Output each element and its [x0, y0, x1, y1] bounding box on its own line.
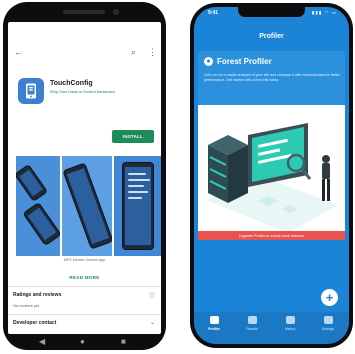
- earpiece-speaker: [63, 10, 105, 14]
- mini-list-line: [128, 173, 146, 175]
- nav-home-icon[interactable]: ●: [80, 337, 85, 347]
- ratings-title[interactable]: Ratings and reviews: [13, 292, 61, 298]
- nav-recents-icon[interactable]: ■: [121, 337, 126, 347]
- store-screenshot-2[interactable]: [62, 156, 112, 256]
- page-title: Profiler: [259, 33, 284, 40]
- mini-list-line: [128, 191, 148, 193]
- nav-back-icon[interactable]: ◀: [39, 337, 45, 347]
- tab-profiler[interactable]: Profiler: [195, 316, 233, 331]
- tab-history[interactable]: History: [271, 316, 309, 331]
- android-nav-bar: ◀ ● ■: [3, 334, 166, 350]
- app-title: TouchConfig: [50, 80, 93, 87]
- settings-tab-icon: [323, 316, 333, 324]
- mini-phone-screen: [19, 169, 43, 197]
- mini-phone-illustration: [22, 201, 60, 247]
- screenshots-caption: MFC Device Control App: [63, 258, 106, 262]
- card-body: Let's run an in-depth analysis of your s…: [204, 73, 340, 83]
- intro-card: ● Forest Profiler Let's run an in-depth …: [198, 51, 345, 105]
- mini-list-line: [128, 197, 142, 199]
- mini-phone-screen: [125, 167, 151, 245]
- chevron-down-icon[interactable]: ⌄: [150, 319, 155, 326]
- bottom-tab-bar: Profiler Results History Settings: [194, 312, 349, 344]
- divider: [8, 286, 161, 287]
- profiler-screen: 9:41 ▮▮▮ ◠ ▭ Profiler ● Forest Profiler …: [194, 7, 349, 344]
- tab-results[interactable]: Results: [233, 316, 271, 331]
- profiler-tab-icon: [209, 316, 219, 324]
- history-tab-icon: [285, 316, 295, 324]
- iphone: 9:41 ▮▮▮ ◠ ▭ Profiler ● Forest Profiler …: [190, 3, 353, 348]
- tab-label: Settings: [321, 327, 335, 331]
- store-screenshot-3[interactable]: [114, 156, 161, 256]
- install-button[interactable]: INSTALL: [112, 130, 154, 143]
- phone-glyph-icon: [26, 83, 36, 99]
- server-analysis-illustration: [198, 105, 345, 235]
- mini-phone-illustration: [62, 162, 112, 250]
- more-vert-icon[interactable]: ⋮: [148, 46, 157, 58]
- mini-phone-screen: [66, 168, 110, 244]
- store-screenshot-1[interactable]: [16, 156, 60, 256]
- developer-contact-title[interactable]: Developer contact: [13, 320, 56, 326]
- add-fab-button[interactable]: +: [321, 289, 338, 306]
- back-arrow-icon[interactable]: ←: [14, 46, 23, 58]
- mini-list-line: [128, 179, 150, 181]
- tab-settings[interactable]: Settings: [309, 316, 347, 331]
- tab-label: Profiler: [208, 327, 220, 331]
- android-phone: ← ⌕ ⋮ TouchConfig Strip Tune Danis or Ko…: [3, 2, 166, 350]
- status-icons: ▮▮▮ ◠ ▭: [311, 10, 337, 15]
- mini-phone-screen: [27, 207, 57, 241]
- card-header: ● Forest Profiler: [204, 57, 272, 66]
- info-icon[interactable]: ⓘ: [149, 291, 155, 300]
- profiler-logo-icon: ●: [204, 57, 213, 66]
- store-toolbar: ← ⌕ ⋮: [8, 46, 161, 60]
- mini-phone-illustration: [16, 163, 49, 203]
- search-icon[interactable]: ⌕: [131, 46, 136, 58]
- app-icon: [18, 78, 44, 104]
- screenshot-carousel[interactable]: [16, 156, 161, 256]
- app-developer[interactable]: Strip Tune Danis or Kontrol Danismani: [50, 90, 115, 94]
- results-tab-icon: [247, 316, 257, 324]
- tab-label: History: [284, 327, 296, 331]
- upgrade-banner[interactable]: Upgrade Profiler to unlock more features: [198, 231, 345, 240]
- play-store-screen: ← ⌕ ⋮ TouchConfig Strip Tune Danis or Ko…: [8, 22, 161, 334]
- illustration-svg: [206, 123, 338, 233]
- ratings-subtitle: No reviews yet: [13, 303, 40, 308]
- card-title: Forest Profiler: [217, 57, 272, 66]
- tab-label: Results: [246, 327, 258, 331]
- read-more-link[interactable]: READ MORE: [8, 275, 161, 280]
- notch: [238, 7, 305, 17]
- front-camera: [113, 9, 119, 15]
- mini-list-line: [128, 185, 144, 187]
- divider: [8, 314, 161, 315]
- status-time: 9:41: [208, 10, 219, 16]
- mini-phone-illustration: [122, 162, 154, 250]
